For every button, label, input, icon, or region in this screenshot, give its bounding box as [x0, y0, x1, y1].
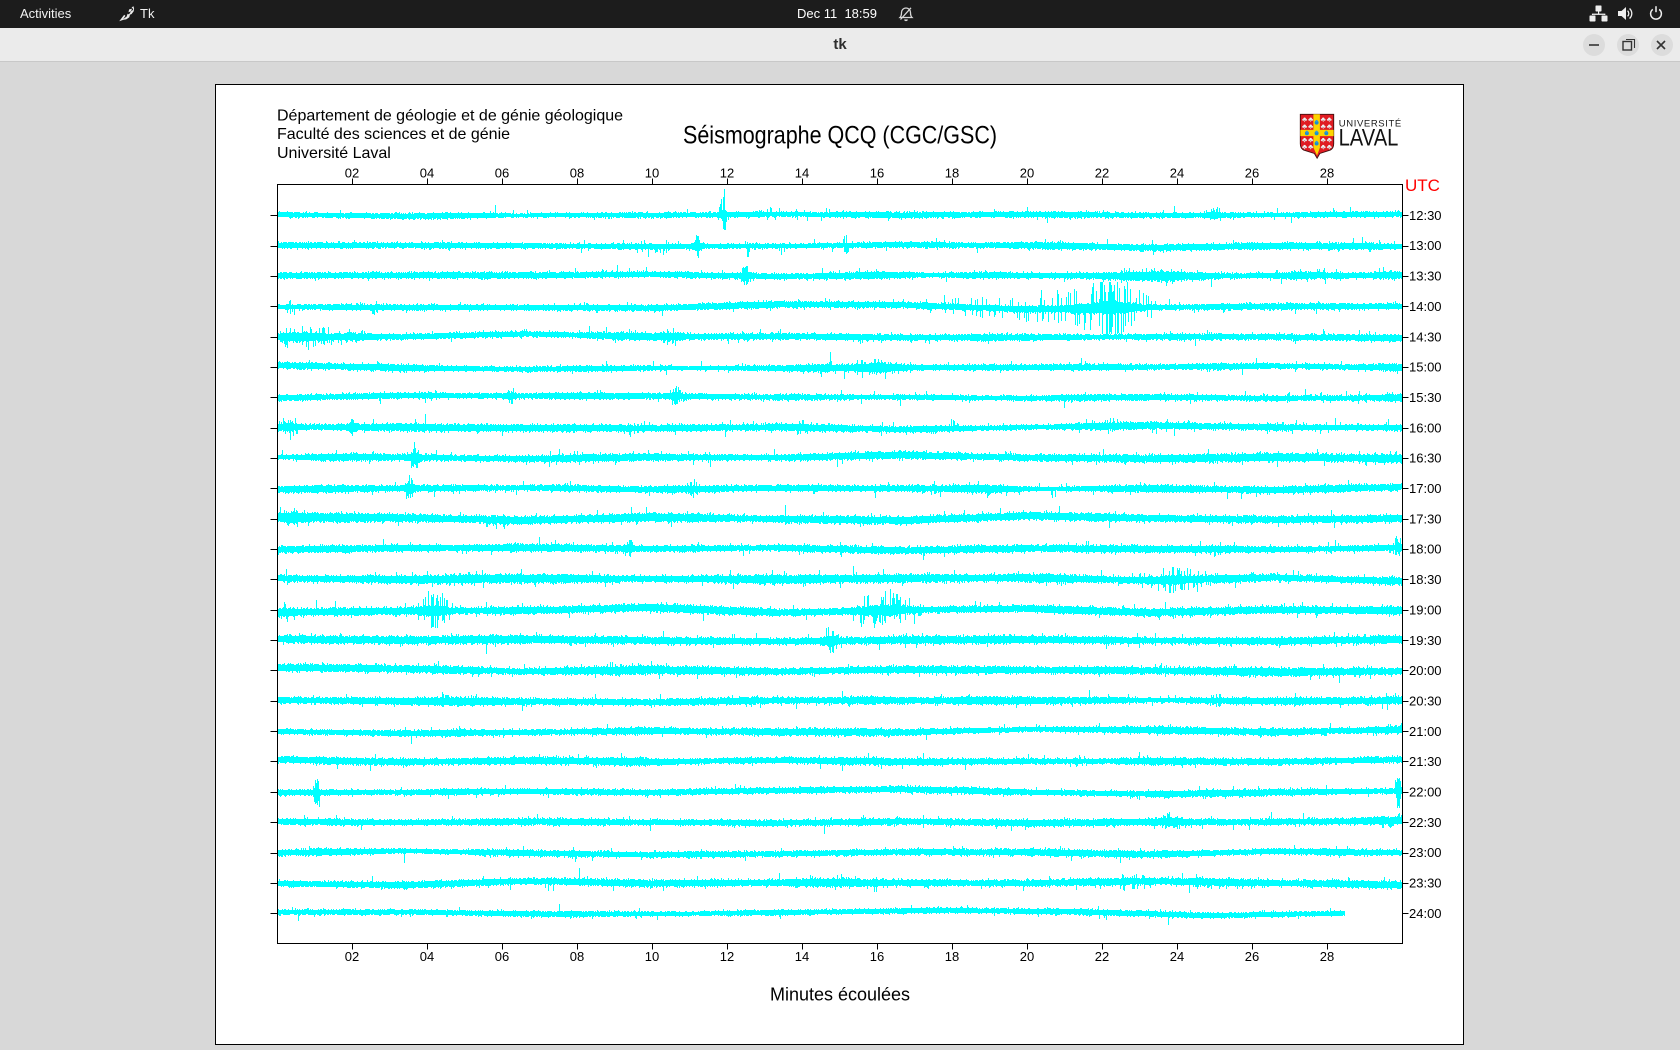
svg-text:24:00: 24:00 — [1409, 906, 1442, 921]
svg-text:10: 10 — [645, 949, 659, 964]
svg-text:16:00: 16:00 — [1409, 420, 1442, 435]
svg-text:12:30: 12:30 — [1409, 208, 1442, 223]
svg-text:28: 28 — [1320, 949, 1334, 964]
svg-text:12: 12 — [720, 949, 734, 964]
svg-text:10: 10 — [645, 166, 659, 181]
svg-text:LAVAL: LAVAL — [1339, 124, 1399, 151]
svg-text:23:30: 23:30 — [1409, 876, 1442, 891]
svg-text:20: 20 — [1020, 166, 1034, 181]
svg-text:21:30: 21:30 — [1409, 754, 1442, 769]
svg-text:02: 02 — [345, 949, 359, 964]
svg-text:16: 16 — [870, 166, 884, 181]
svg-text:20: 20 — [1020, 949, 1034, 964]
svg-text:23:00: 23:00 — [1409, 845, 1442, 860]
svg-text:14: 14 — [795, 166, 809, 181]
svg-text:06: 06 — [495, 166, 509, 181]
svg-text:24: 24 — [1170, 166, 1184, 181]
svg-text:14:30: 14:30 — [1409, 329, 1442, 344]
svg-text:21:00: 21:00 — [1409, 724, 1442, 739]
svg-text:04: 04 — [420, 166, 434, 181]
svg-text:UTC: UTC — [1405, 176, 1440, 195]
svg-text:12: 12 — [720, 166, 734, 181]
svg-text:Séismographe QCQ (CGC/GSC): Séismographe QCQ (CGC/GSC) — [683, 121, 997, 149]
svg-text:22:30: 22:30 — [1409, 815, 1442, 830]
svg-text:08: 08 — [570, 949, 584, 964]
svg-text:26: 26 — [1245, 166, 1259, 181]
svg-text:04: 04 — [420, 949, 434, 964]
svg-text:06: 06 — [495, 949, 509, 964]
svg-text:08: 08 — [570, 166, 584, 181]
svg-text:24: 24 — [1170, 949, 1184, 964]
svg-text:20:00: 20:00 — [1409, 663, 1442, 678]
svg-text:17:00: 17:00 — [1409, 481, 1442, 496]
svg-text:19:30: 19:30 — [1409, 633, 1442, 648]
svg-text:14: 14 — [795, 949, 809, 964]
svg-text:13:00: 13:00 — [1409, 238, 1442, 253]
svg-text:13:30: 13:30 — [1409, 269, 1442, 284]
svg-text:19:00: 19:00 — [1409, 602, 1442, 617]
svg-text:16: 16 — [870, 949, 884, 964]
svg-text:16:30: 16:30 — [1409, 451, 1442, 466]
svg-text:20:30: 20:30 — [1409, 693, 1442, 708]
svg-text:Université Laval: Université Laval — [277, 145, 391, 162]
svg-text:17:30: 17:30 — [1409, 511, 1442, 526]
svg-text:Minutes écoulées: Minutes écoulées — [770, 985, 910, 1005]
svg-text:Département de géologie et de: Département de géologie et de génie géol… — [277, 107, 623, 124]
svg-text:22: 22 — [1095, 949, 1109, 964]
svg-text:18:30: 18:30 — [1409, 572, 1442, 587]
svg-text:15:00: 15:00 — [1409, 360, 1442, 375]
svg-text:02: 02 — [345, 166, 359, 181]
svg-text:22: 22 — [1095, 166, 1109, 181]
svg-text:28: 28 — [1320, 166, 1334, 181]
svg-text:18: 18 — [945, 949, 959, 964]
svg-text:18:00: 18:00 — [1409, 542, 1442, 557]
svg-text:26: 26 — [1245, 949, 1259, 964]
svg-text:22:00: 22:00 — [1409, 785, 1442, 800]
svg-text:Faculté des sciences et de gén: Faculté des sciences et de génie — [277, 126, 510, 143]
svg-text:14:00: 14:00 — [1409, 299, 1442, 314]
svg-text:18: 18 — [945, 166, 959, 181]
svg-text:15:30: 15:30 — [1409, 390, 1442, 405]
